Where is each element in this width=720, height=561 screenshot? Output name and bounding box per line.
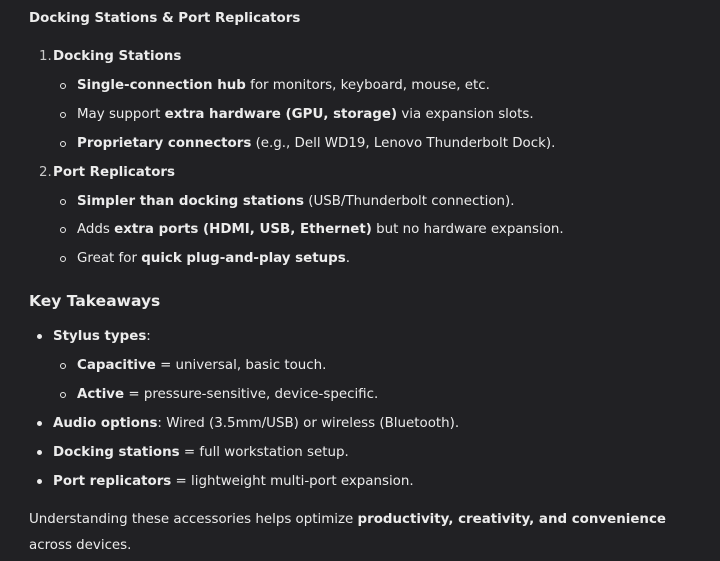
list-number-2: 2.	[39, 165, 52, 180]
list-item: Active = pressure-sensitive, device-spec…	[77, 387, 379, 402]
bullet-circle-icon	[60, 141, 66, 147]
list-item: May support extra hardware (GPU, storage…	[77, 107, 534, 122]
conclusion-paragraph: Understanding these accessories helps op…	[29, 512, 666, 553]
list-item: Port replicators = lightweight multi-por…	[53, 474, 414, 489]
bullet-circle-icon	[60, 256, 66, 262]
list-item-title-docking-stations: Docking Stations	[53, 49, 182, 64]
list-item: Great for quick plug-and-play setups.	[77, 251, 350, 266]
list-item: Capacitive = universal, basic touch.	[77, 358, 327, 373]
list-item: Stylus types:	[53, 329, 151, 344]
list-item: Simpler than docking stations (USB/Thund…	[77, 194, 515, 209]
bullet-circle-icon	[60, 363, 66, 369]
section-title-docking: Docking Stations & Port Replicators	[29, 11, 301, 26]
bullet-circle-icon	[60, 83, 66, 89]
bullet-disc-icon	[37, 421, 42, 426]
list-number-1: 1.	[39, 49, 52, 64]
bullet-disc-icon	[37, 450, 42, 455]
list-item: Docking stations = full workstation setu…	[53, 445, 349, 460]
list-item-title-port-replicators: Port Replicators	[53, 165, 175, 180]
bullet-circle-icon	[60, 392, 66, 398]
section-title-key-takeaways: Key Takeaways	[29, 292, 161, 310]
list-item: Proprietary connectors (e.g., Dell WD19,…	[77, 136, 556, 151]
list-item: Adds extra ports (HDMI, USB, Ethernet) b…	[77, 222, 564, 237]
bullet-disc-icon	[37, 479, 42, 484]
bullet-disc-icon	[37, 334, 42, 339]
list-item: Audio options: Wired (3.5mm/USB) or wire…	[53, 416, 460, 431]
bullet-circle-icon	[60, 227, 66, 233]
list-item: Single-connection hub for monitors, keyb…	[77, 78, 490, 93]
bullet-circle-icon	[60, 199, 66, 205]
bullet-circle-icon	[60, 112, 66, 118]
